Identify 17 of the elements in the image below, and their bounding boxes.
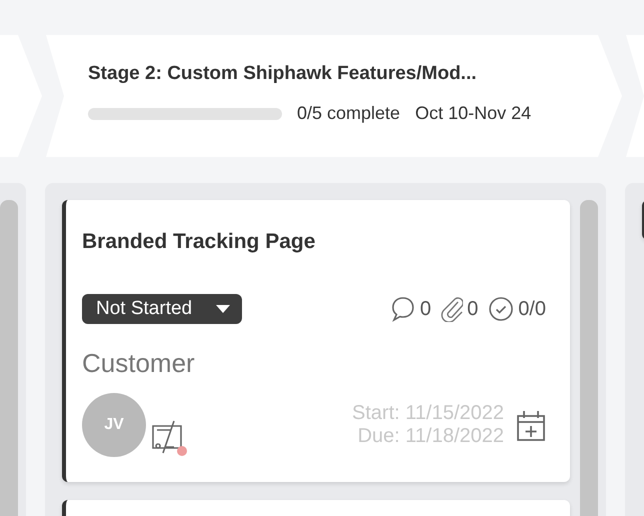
status-dropdown[interactable]: Not Started <box>82 294 242 324</box>
stage-dates: Oct 10-Nov 24 <box>415 103 532 124</box>
scrollbar[interactable] <box>0 200 18 516</box>
checklist-count: 0/0 <box>518 298 546 320</box>
attachment-count: 0 <box>467 298 478 320</box>
scrollbar[interactable] <box>580 200 598 516</box>
caret-icon <box>216 305 230 313</box>
progress-text: 0/5 complete <box>297 103 400 124</box>
stage-title: Stage 2: Custom Shiphawk Features/Mod... <box>88 63 478 85</box>
comment-count: 0 <box>420 298 432 320</box>
check-circle-icon <box>488 296 514 322</box>
stage-header[interactable]: Stage 2: Custom Shiphawk Features/Mod... 0/5 complete Oct 10-Nov 24 <box>46 35 622 157</box>
group-label: Customer <box>82 348 196 379</box>
speech-bubble-icon <box>390 296 416 322</box>
paperclip-icon <box>441 296 464 322</box>
calendar-plus-icon <box>516 408 546 442</box>
card-title: Branded Tracking Page <box>82 230 316 254</box>
